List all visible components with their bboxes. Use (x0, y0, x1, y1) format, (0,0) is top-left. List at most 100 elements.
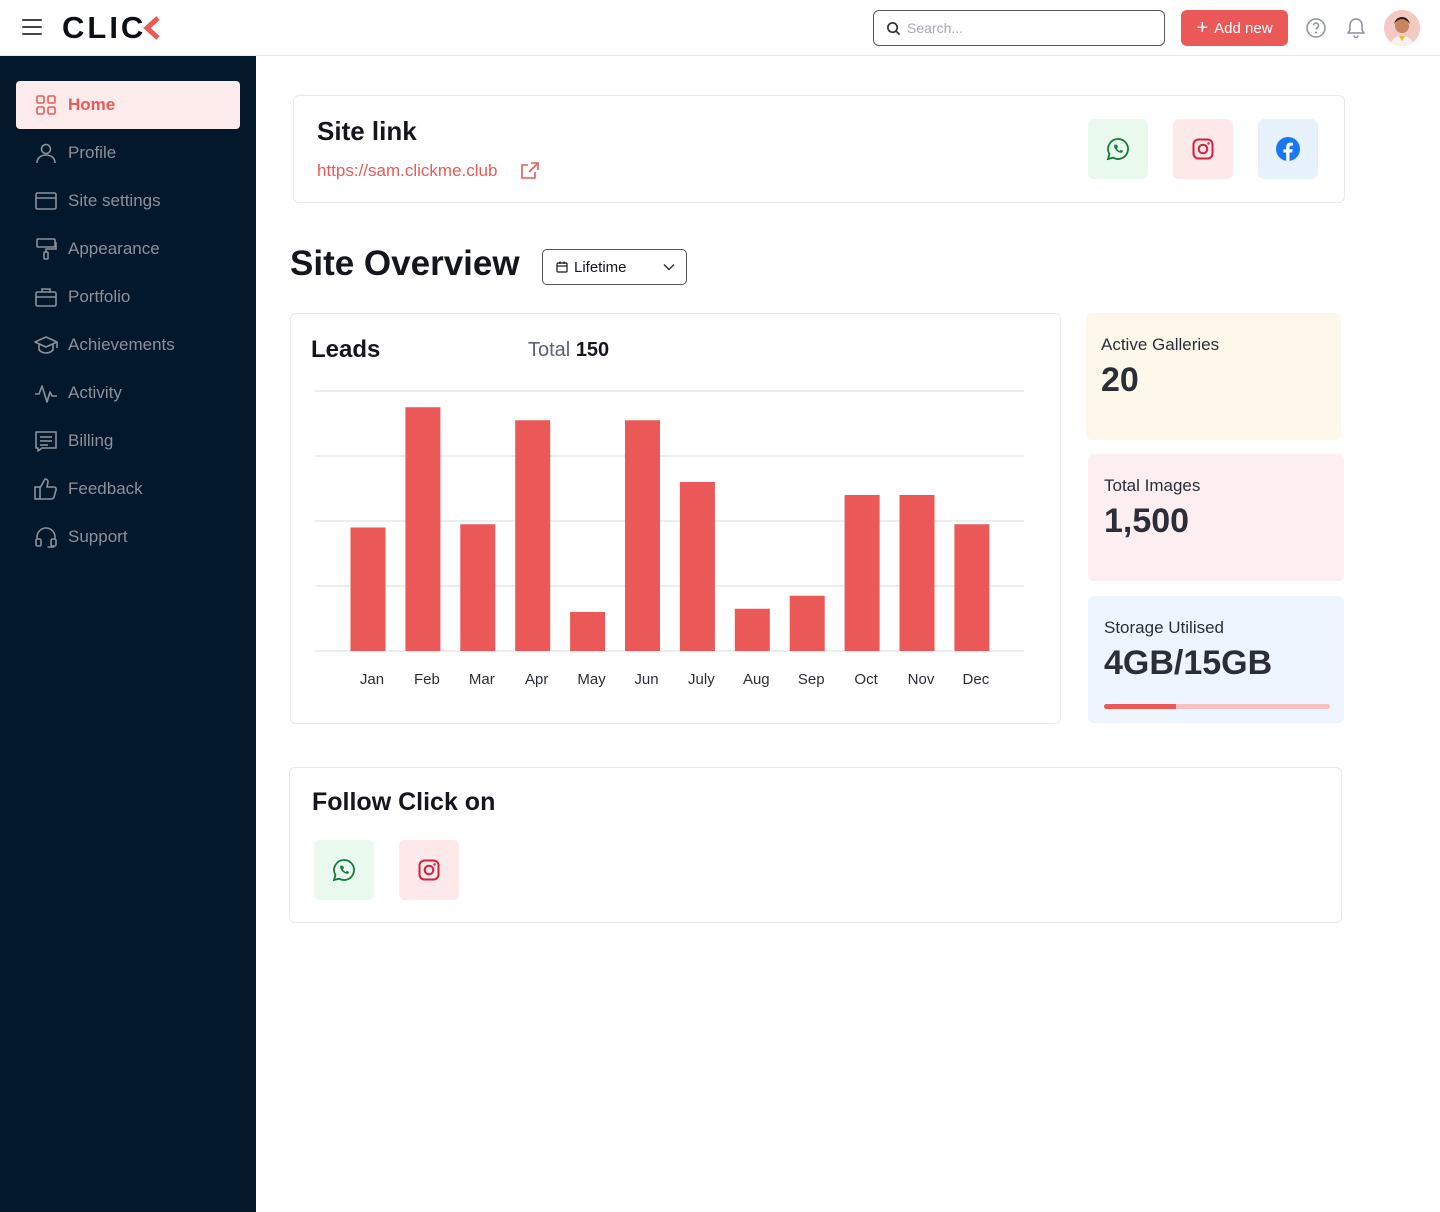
total-images-label: Total Images (1104, 476, 1201, 495)
chart-bar-dec[interactable] (954, 524, 990, 651)
chart-x-tick-label: Sep (798, 671, 825, 688)
sidebar-item-billing[interactable]: Billing (16, 417, 240, 465)
site-link-card: Site link https://sam.clickme.club (293, 95, 1345, 203)
sidebar-item-label: Support (68, 527, 128, 546)
period-value: Lifetime (574, 259, 627, 276)
sidebar-item-feedback[interactable]: Feedback (16, 465, 240, 513)
whatsapp-icon (1106, 138, 1129, 161)
logo: CLIC (62, 10, 147, 45)
site-url-link[interactable]: https://sam.clickme.club (317, 161, 497, 181)
top-bar: CLIC + Add new (0, 0, 1440, 56)
whatsapp-share-button[interactable] (1088, 119, 1148, 179)
total-images-value: 1,500 (1104, 502, 1190, 540)
sidebar-item-label: Home (68, 95, 116, 114)
chart-bar-aug[interactable] (734, 608, 770, 651)
follow-whatsapp-button[interactable] (314, 840, 374, 900)
add-new-label: Add new (1214, 19, 1273, 37)
sidebar-item-label: Portfolio (68, 287, 131, 306)
facebook-share-button[interactable] (1258, 119, 1318, 179)
whatsapp-icon (332, 859, 355, 882)
browser-icon (35, 192, 57, 210)
headset-icon (35, 527, 57, 548)
sidebar-item-achievements[interactable]: Achievements (16, 321, 240, 369)
chart-bar-feb[interactable] (405, 407, 441, 651)
follow-instagram-button[interactable] (399, 840, 459, 900)
sidebar: Home Profile Site settings Appearance Po… (0, 56, 256, 1212)
storage-progress-fill (1104, 704, 1177, 709)
chart-x-tick-label: Mar (469, 671, 495, 688)
instagram-icon (418, 859, 440, 881)
search-icon (887, 22, 901, 36)
active-galleries-value: 20 (1101, 361, 1139, 399)
sidebar-item-appearance[interactable]: Appearance (16, 225, 240, 273)
sidebar-item-label: Feedback (68, 479, 143, 498)
chart-x-tick-label: Nov (908, 671, 935, 688)
total-images-card: Total Images 1,500 (1088, 454, 1344, 581)
sidebar-item-label: Appearance (68, 239, 160, 258)
sidebar-item-activity[interactable]: Activity (16, 369, 240, 417)
chart-bar-jun[interactable] (625, 420, 660, 651)
facebook-icon (1276, 137, 1300, 161)
help-icon[interactable] (1306, 18, 1326, 38)
avatar-image (1384, 10, 1420, 46)
paint-roller-icon (36, 238, 57, 260)
storage-utilised-label: Storage Utilised (1104, 618, 1225, 637)
follow-card: Follow Click on (289, 767, 1342, 923)
user-avatar[interactable] (1384, 10, 1420, 46)
active-galleries-card: Active Galleries 20 (1086, 313, 1341, 440)
sidebar-item-label: Activity (68, 383, 122, 402)
storage-progress-bar (1104, 704, 1330, 709)
calendar-icon (556, 261, 568, 273)
sidebar-item-label: Billing (68, 431, 114, 450)
leads-bar-chart: Jan Feb Mar Apr May Jun July Aug Sep Oct Nov Dec (315, 390, 1024, 688)
period-select[interactable]: Lifetime (542, 249, 687, 285)
chart-bar-oct[interactable] (844, 495, 880, 651)
sidebar-item-profile[interactable]: Profile (16, 129, 240, 177)
thumbs-up-icon (34, 478, 57, 500)
sidebar-item-label: Site settings (68, 191, 161, 210)
storage-utilised-value: 4GB/15GB (1104, 644, 1273, 682)
logo-chevron-icon (143, 16, 160, 40)
sidebar-item-label: Profile (68, 143, 117, 162)
sidebar-item-home[interactable]: Home (16, 81, 240, 129)
sidebar-item-site-settings[interactable]: Site settings (16, 177, 240, 225)
chart-x-tick-label: May (577, 671, 606, 688)
user-icon (36, 143, 56, 164)
chart-x-tick-label: Aug (743, 671, 770, 688)
chart-x-tick-label: Oct (854, 671, 878, 688)
chevron-down-icon (663, 263, 675, 271)
follow-title: Follow Click on (312, 788, 496, 816)
activity-icon (35, 385, 57, 403)
sidebar-item-portfolio[interactable]: Portfolio (16, 273, 240, 321)
notification-bell-icon[interactable] (1346, 17, 1366, 39)
site-overview-title: Site Overview (290, 244, 520, 283)
graduation-cap-icon (34, 336, 58, 354)
chart-x-tick-label: July (688, 671, 715, 688)
sidebar-item-support[interactable]: Support (16, 513, 240, 561)
briefcase-icon (35, 288, 57, 307)
storage-utilised-card: Storage Utilised 4GB/15GB (1088, 596, 1344, 723)
chart-bar-nov[interactable] (899, 495, 935, 651)
chart-x-tick-label: Jun (634, 671, 658, 688)
chart-bar-apr[interactable] (515, 420, 551, 651)
hamburger-menu-icon[interactable] (22, 19, 42, 37)
plus-icon: + (1196, 17, 1209, 39)
chart-x-tick-label: Apr (525, 671, 548, 688)
instagram-icon (1192, 138, 1214, 160)
add-new-button[interactable]: + Add new (1181, 10, 1288, 46)
external-link-icon[interactable] (520, 161, 540, 181)
chart-bar-mar[interactable] (460, 524, 496, 651)
instagram-share-button[interactable] (1173, 119, 1233, 179)
chart-bar-jan[interactable] (350, 527, 386, 652)
active-galleries-label: Active Galleries (1101, 335, 1220, 354)
search-box[interactable] (873, 10, 1165, 46)
chart-bar-july[interactable] (679, 482, 715, 651)
leads-chart-card: Leads Total 150 Jan Feb Mar Apr May Jun July Au… (290, 313, 1061, 724)
grid-icon (36, 95, 56, 115)
chart-bar-sep[interactable] (789, 595, 825, 651)
chart-x-tick-label: Jan (360, 671, 384, 688)
chart-x-tick-label: Dec (963, 671, 990, 688)
search-input[interactable] (907, 17, 1152, 39)
chart-x-tick-label: Feb (414, 671, 440, 688)
chart-bar-may[interactable] (570, 612, 606, 651)
